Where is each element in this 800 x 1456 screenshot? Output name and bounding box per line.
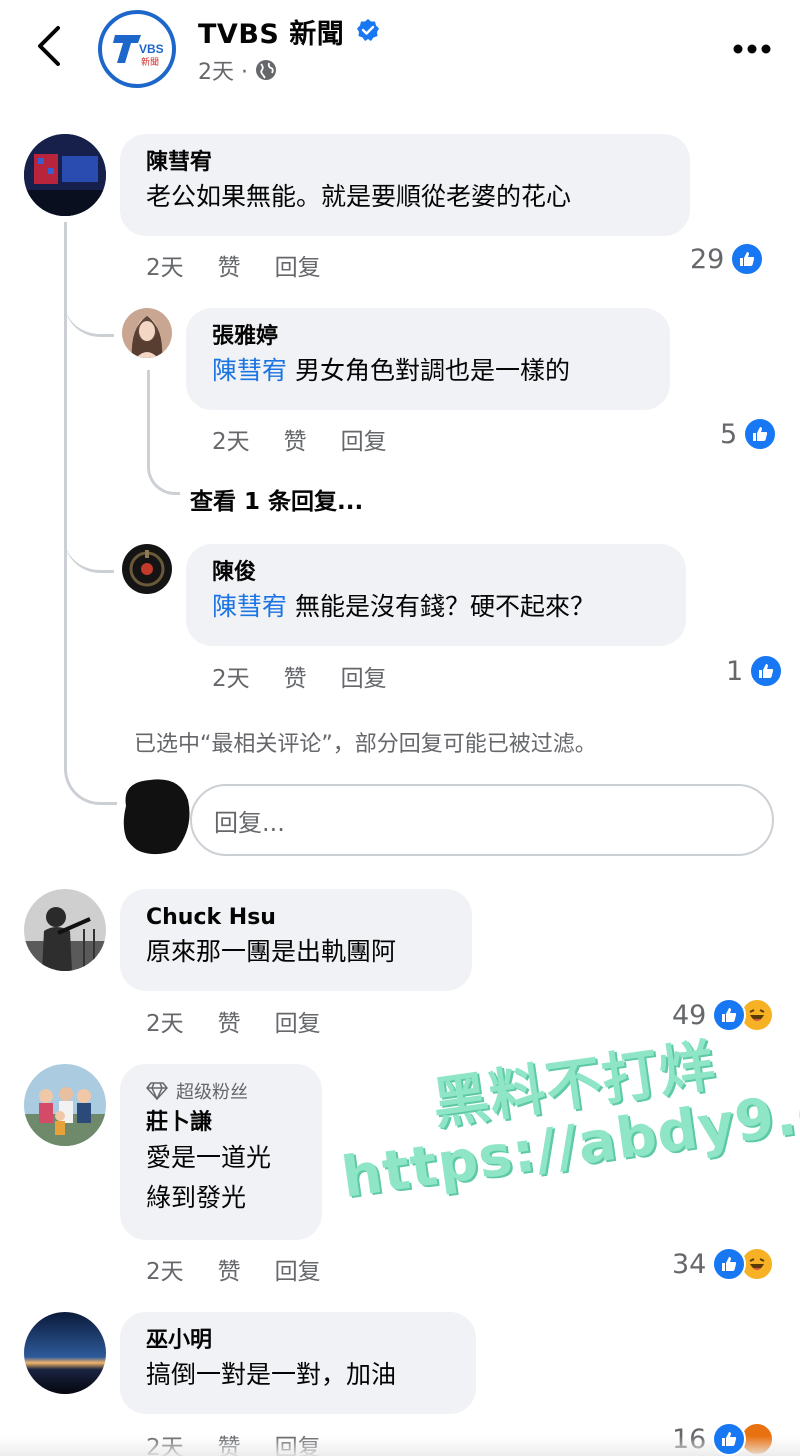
like-button[interactable]: 赞: [218, 248, 241, 282]
avatar-image: [24, 134, 106, 216]
comment-bubble: 張雅婷 陳彗宥 男女角色對調也是一樣的: [186, 308, 670, 410]
comment-text-line: 綠到發光: [146, 1183, 247, 1212]
reply-button[interactable]: 回复: [341, 422, 387, 456]
reply-button[interactable]: 回复: [275, 1004, 321, 1038]
avatar[interactable]: [24, 889, 106, 971]
comment-actions: 2天 赞 回复: [212, 659, 387, 693]
chevron-left-icon: [38, 26, 60, 66]
thread-line-nested: [147, 370, 180, 495]
mention-link[interactable]: 陳彗宥: [212, 356, 287, 385]
comment-time[interactable]: 2天: [212, 659, 250, 693]
comment-actions: 2天 赞 回复: [146, 1004, 321, 1038]
comment-author[interactable]: 張雅婷: [212, 322, 646, 352]
avatar-image: [122, 544, 172, 594]
diamond-icon: [146, 1082, 168, 1100]
avatar-image: [24, 1064, 106, 1146]
reaction-count: 34: [672, 1248, 707, 1280]
post-meta: 2天 ·: [198, 54, 278, 86]
comment-time[interactable]: 2天: [146, 1252, 184, 1286]
comment-actions: 2天 赞 回复: [146, 248, 321, 282]
like-reaction-icon: [743, 417, 778, 451]
comment-author[interactable]: 陳彗宥: [146, 148, 666, 178]
comment-text-row: 陳彗宥 無能是沒有錢？硬不起來？: [212, 588, 662, 626]
avatar[interactable]: [122, 308, 172, 358]
comment-author[interactable]: 巫小明: [146, 1326, 452, 1356]
comment-text: 無能是沒有錢？硬不起來？: [294, 592, 595, 621]
like-button[interactable]: 赞: [284, 422, 307, 456]
page-avatar[interactable]: VBS 新聞: [98, 10, 176, 88]
like-reaction-icon: [749, 654, 784, 688]
like-reaction-icon: [730, 242, 765, 276]
comment-bubble: 超级粉丝 莊卜謙 愛是一道光 綠到發光: [120, 1064, 322, 1240]
svg-text:新聞: 新聞: [141, 56, 159, 68]
avatar[interactable]: [24, 1064, 106, 1146]
comment-author[interactable]: Chuck Hsu: [146, 903, 448, 933]
watermark: 黑料不打烊 https://abdy9.com: [330, 1008, 800, 1210]
like-reaction-icon: [712, 1247, 747, 1281]
comment-bubble: 陳俊 陳彗宥 無能是沒有錢？硬不起來？: [186, 544, 686, 646]
more-options-button[interactable]: [732, 40, 772, 59]
like-button[interactable]: 赞: [218, 1004, 241, 1038]
badge-label: 超级粉丝: [176, 1082, 248, 1103]
view-more-replies-button[interactable]: 查看 1 条回复...: [190, 482, 363, 516]
avatar-image: [24, 1312, 106, 1394]
comment-bubble: 巫小明 搞倒一對是一對，加油: [120, 1312, 476, 1414]
bottom-fade: [0, 1436, 800, 1456]
like-button[interactable]: 赞: [218, 1252, 241, 1286]
comment-text: 原來那一團是出軌團阿: [146, 937, 397, 966]
reaction-count: 49: [672, 999, 707, 1031]
comment-text-line: 愛是一道光: [146, 1143, 272, 1172]
reply-input[interactable]: 回复...: [190, 784, 774, 856]
comment-text: 搞倒一對是一對，加油: [146, 1360, 397, 1389]
comment-time[interactable]: 2天: [146, 1004, 184, 1038]
tvbs-logo: VBS 新聞: [111, 29, 164, 69]
reaction-count: 1: [726, 655, 744, 687]
comment-time[interactable]: 2天: [212, 422, 250, 456]
reaction-summary[interactable]: 1: [726, 654, 784, 688]
comment-bubble: 陳彗宥 老公如果無能。就是要順從老婆的花心: [120, 134, 690, 236]
globe-icon: [255, 60, 276, 80]
avatar[interactable]: [24, 134, 106, 216]
back-button[interactable]: [30, 22, 70, 70]
comment-time[interactable]: 2天: [146, 248, 184, 282]
reaction-summary[interactable]: 5: [720, 417, 778, 451]
current-user-avatar: [120, 776, 192, 856]
comment-text-row: 陳彗宥 男女角色對調也是一樣的: [212, 352, 646, 390]
comment-text: 老公如果無能。就是要順從老婆的花心: [146, 182, 572, 211]
svg-text:VBS: VBS: [139, 42, 163, 56]
more-dots-icon: [733, 44, 771, 54]
comment-text: 男女角色對調也是一樣的: [294, 356, 570, 385]
reaction-summary[interactable]: 34: [672, 1247, 775, 1281]
comment-author[interactable]: 莊卜謙: [146, 1108, 298, 1138]
reaction-summary[interactable]: 49: [672, 998, 775, 1032]
comment-actions: 2天 赞 回复: [212, 422, 387, 456]
reply-button[interactable]: 回复: [275, 248, 321, 282]
reaction-summary[interactable]: 29: [690, 242, 765, 276]
avatar[interactable]: [24, 1312, 106, 1394]
like-reaction-icon: [712, 998, 747, 1032]
reaction-count: 5: [720, 418, 738, 450]
mention-link[interactable]: 陳彗宥: [212, 592, 287, 621]
comment-actions: 2天 赞 回复: [146, 1252, 321, 1286]
verified-badge-icon: [356, 18, 380, 42]
like-button[interactable]: 赞: [284, 659, 307, 693]
reply-button[interactable]: 回复: [341, 659, 387, 693]
reply-button[interactable]: 回复: [275, 1252, 321, 1286]
reaction-count: 29: [690, 243, 725, 275]
avatar-image: [24, 889, 106, 971]
reply-input-placeholder: 回复...: [214, 808, 285, 837]
page-name[interactable]: TVBS 新聞: [198, 12, 344, 51]
avatar-image: [122, 308, 172, 358]
comment-bubble: Chuck Hsu 原來那一團是出軌團阿: [120, 889, 472, 991]
post-time: 2天 ·: [198, 60, 248, 85]
avatar[interactable]: [122, 544, 172, 594]
comment-author[interactable]: 陳俊: [212, 558, 662, 588]
filter-notice: 已选中“最相关评论”，部分回复可能已被过滤。: [134, 732, 597, 757]
avatar-image: [123, 779, 190, 855]
top-fan-badge: 超级粉丝: [146, 1078, 298, 1104]
